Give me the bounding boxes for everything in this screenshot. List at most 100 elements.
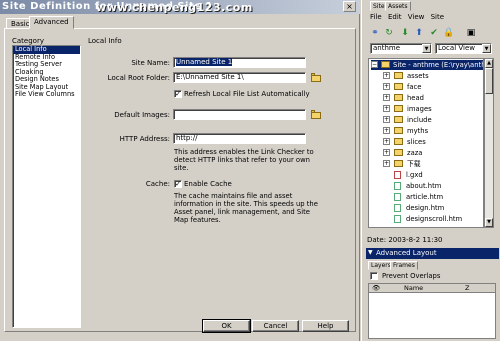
file-icon [394, 215, 401, 223]
tree-label: design.htm [406, 204, 445, 212]
root-folder-label: Local Root Folder: [107, 74, 170, 82]
folder-icon [394, 83, 403, 90]
expand-icon[interactable]: + [383, 105, 390, 112]
folder-icon [381, 61, 390, 68]
category-file-view-columns[interactable]: File View Columns [13, 90, 80, 99]
close-button[interactable]: × [343, 1, 356, 12]
title-bar[interactable]: Site Definition for Unnamed Site 1 www.c… [0, 0, 360, 14]
tree-root[interactable]: − Site - anthme (E:\ryay\anthme) [371, 60, 483, 70]
root-folder-field[interactable]: E:\Unnamed Site 1\ [173, 72, 306, 83]
expand-icon[interactable]: + [383, 149, 390, 156]
refresh-checkbox-label: Refresh Local File List Automatically [184, 90, 310, 98]
tree-label: images [407, 105, 432, 113]
browse-default-images-icon[interactable] [311, 110, 321, 119]
site-definition-dialog: Site Definition for Unnamed Site 1 www.c… [0, 0, 360, 341]
close-icon: × [346, 2, 353, 11]
site-dropdown-value: anthme [373, 44, 401, 52]
ok-button[interactable]: OK [202, 319, 251, 333]
cancel-button[interactable]: Cancel [252, 320, 299, 332]
file-icon [394, 204, 401, 212]
refresh-checkbox[interactable]: ✓ [174, 90, 182, 98]
tree-scrollbar[interactable]: ▲ ▼ [484, 58, 494, 228]
site-name-field[interactable]: Unnamed Site 1 [173, 57, 306, 68]
expand-icon[interactable]: + [383, 160, 390, 167]
expand-collapse-icon[interactable]: ▣ [466, 28, 476, 38]
menu-view[interactable]: View [408, 13, 425, 21]
tree-label: 下载 [407, 160, 421, 168]
category-list[interactable]: Local Info Remote Info Testing Server Cl… [12, 45, 81, 328]
column-z: Z [465, 284, 470, 292]
layers-grid[interactable]: 👁 Name Z [368, 283, 496, 339]
get-files-icon[interactable]: ⬇ [400, 28, 410, 38]
folder-icon [394, 149, 403, 156]
file-icon [394, 193, 401, 201]
tab-advanced[interactable]: Advanced [29, 16, 74, 29]
panel-status: Date: 2003-8-2 11:30 [367, 236, 443, 244]
folder-icon [394, 160, 403, 167]
folder-icon [394, 138, 403, 145]
site-name-label: Site Name: [131, 59, 170, 67]
advanced-layout-title: Advanced Layout [376, 249, 437, 257]
prevent-overlaps-label: Prevent Overlaps [382, 272, 441, 280]
scroll-down-icon[interactable]: ▼ [485, 218, 493, 227]
tree-label: assets [407, 72, 429, 80]
enable-cache-label: Enable Cache [184, 180, 232, 188]
tree-label: about.htm [406, 182, 442, 190]
help-button[interactable]: Help [302, 320, 349, 332]
put-files-icon[interactable]: ⬆ [414, 28, 424, 38]
column-name: Name [404, 284, 424, 292]
expand-icon[interactable]: + [383, 127, 390, 134]
tree-label: designscroll.htm [406, 215, 463, 223]
browse-root-folder-icon[interactable] [311, 73, 321, 82]
tree-label: l.gxd [406, 171, 423, 179]
chevron-down-icon: ▼ [422, 44, 431, 53]
chevron-down-icon: ▼ [482, 44, 491, 53]
connect-icon[interactable]: ⚭ [370, 28, 380, 38]
tab-assets[interactable]: Assets [385, 1, 411, 11]
expand-icon[interactable]: + [383, 94, 390, 101]
file-icon [394, 171, 401, 179]
menu-file[interactable]: File [370, 13, 382, 21]
tab-frames[interactable]: Frames [390, 261, 418, 270]
site-dropdown[interactable]: anthme ▼ [370, 43, 432, 54]
panel-menubar: File Edit View Site [370, 13, 500, 23]
file-icon [394, 182, 401, 190]
expand-arrow-icon: ▼ [368, 249, 373, 256]
prevent-overlaps-checkbox[interactable] [370, 272, 378, 280]
layers-header: 👁 Name Z [369, 284, 495, 293]
folder-icon [394, 105, 403, 112]
http-address-field[interactable]: http:// [173, 133, 306, 144]
view-dropdown-value: Local View [438, 44, 475, 52]
folder-icon [394, 127, 403, 134]
scroll-thumb[interactable] [485, 68, 493, 94]
tree-label: slices [407, 138, 426, 146]
scroll-up-icon[interactable]: ▲ [485, 59, 493, 68]
watermark-text: www.chenpeng123.com [96, 1, 253, 14]
menu-edit[interactable]: Edit [388, 13, 402, 21]
collapse-icon[interactable]: − [371, 61, 378, 68]
category-label: Category [12, 37, 44, 45]
expand-icon[interactable]: + [383, 72, 390, 79]
folder-icon [394, 116, 403, 123]
tree-label: zaza [407, 149, 423, 157]
site-name-value: Unnamed Site 1 [176, 58, 233, 66]
advanced-layout-header[interactable]: ▼ Advanced Layout [366, 248, 499, 259]
check-in-icon[interactable]: 🔒 [443, 28, 454, 38]
expand-icon[interactable]: + [383, 83, 390, 90]
http-help-text: This address enables the Link Checker to… [174, 148, 314, 172]
cache-label: Cache: [145, 180, 170, 188]
check-out-icon[interactable]: ✔ [429, 28, 439, 38]
enable-cache-checkbox[interactable]: ✓ [174, 180, 182, 188]
view-dropdown[interactable]: Local View ▼ [435, 43, 492, 54]
default-images-label: Default Images: [114, 111, 170, 119]
eye-column-icon: 👁 [372, 284, 381, 292]
panel-toolbar: ⚭ ↻ ⬇ ⬆ ✔ 🔒 ▣ [370, 27, 500, 40]
expand-icon[interactable]: + [383, 138, 390, 145]
expand-icon[interactable]: + [383, 116, 390, 123]
file-tree[interactable]: − Site - anthme (E:\ryay\anthme) + assets… [368, 58, 484, 228]
menu-site[interactable]: Site [431, 13, 444, 21]
refresh-icon[interactable]: ↻ [384, 28, 394, 38]
section-title: Local Info [88, 37, 122, 45]
default-images-field[interactable] [173, 109, 306, 120]
tree-root-label: Site - anthme (E:\ryay\anthme) [393, 61, 483, 69]
